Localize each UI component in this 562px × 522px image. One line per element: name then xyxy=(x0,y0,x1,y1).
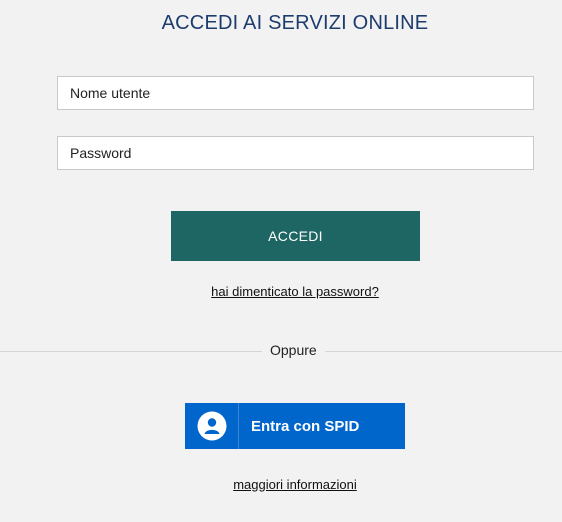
spid-button-label: Entra con SPID xyxy=(251,417,360,435)
login-button[interactable]: ACCEDI xyxy=(171,211,420,261)
spid-login-button[interactable]: Entra con SPID xyxy=(185,403,405,449)
user-icon xyxy=(185,403,239,449)
forgot-password-link[interactable]: hai dimenticato la password? xyxy=(0,284,562,299)
username-input[interactable] xyxy=(57,76,534,110)
page-title: ACCEDI AI SERVIZI ONLINE xyxy=(161,12,429,34)
more-info-link[interactable]: maggiori informazioni xyxy=(0,477,562,492)
divider-label: Oppure xyxy=(262,340,325,360)
password-input[interactable] xyxy=(57,136,534,170)
